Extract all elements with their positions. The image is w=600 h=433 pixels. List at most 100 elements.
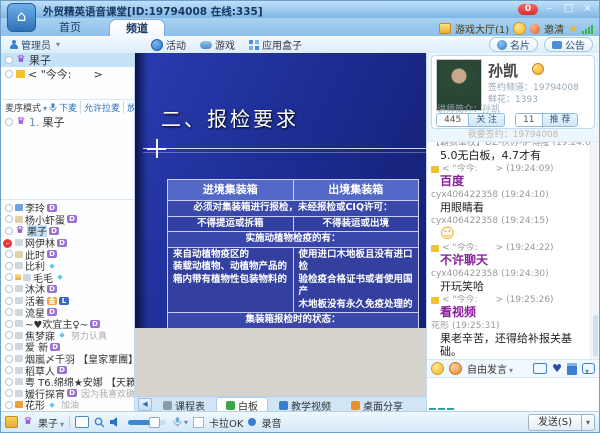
mic-link[interactable]: 允许拉麦 [80, 101, 120, 114]
member-row[interactable]: 流星 D [1, 306, 134, 318]
chat-message-header: 花形 (19:25:31) [431, 321, 590, 332]
channel-tree-item[interactable]: < "今今: > [1, 67, 134, 81]
member-row[interactable]: ♛ 果子 D [1, 225, 134, 237]
maximize-button[interactable]: □ [561, 3, 576, 15]
chat-input[interactable] [427, 378, 599, 412]
admin-menu[interactable]: 管理员 [9, 37, 60, 52]
recommend-button[interactable]: 11 推 荐 [515, 113, 578, 127]
stage-tab[interactable]: 教学视频 [270, 398, 340, 412]
voice-indicator [5, 297, 13, 305]
tab-home[interactable]: 首页 [43, 19, 97, 36]
member-row[interactable]: 活着 金 L [1, 295, 134, 307]
chat-message-header: 【霸狼軍校】DZ-扶苏-萨博隆 (19:24:07) [431, 142, 590, 149]
my-member-selector[interactable]: 果子 [38, 415, 64, 430]
close-button[interactable]: × [580, 3, 595, 15]
voice-indicator [5, 343, 13, 351]
mic-mode-select[interactable]: 麦序模式 [5, 101, 47, 114]
queue-position: 1. [29, 116, 40, 129]
speak-mode-select[interactable]: 自由发言 [467, 361, 513, 376]
collapse-sidebar-icon[interactable]: ◀ [138, 398, 152, 411]
member-shirt-icon [15, 285, 23, 292]
karaoke-checkbox[interactable] [193, 417, 204, 428]
member-row[interactable]: 烟嵐〆千羽 【皇家軍團】 ◆ [1, 353, 134, 365]
search-icon[interactable] [94, 417, 105, 428]
voice-indicator [5, 355, 13, 363]
member-shirt-icon [15, 367, 23, 374]
send-options-dropdown[interactable]: ▾ [581, 414, 595, 431]
divider [69, 416, 70, 428]
chat-text: 用眼睛看 [440, 201, 484, 214]
mic-link[interactable]: 放麦 [123, 101, 135, 114]
member-name: 沐沐 [25, 283, 45, 295]
screenshot-icon[interactable] [449, 362, 462, 375]
game-hall-label[interactable]: 游戏大厅(1) [455, 21, 509, 36]
member-row[interactable]: 杨小虾蛋 D [1, 214, 134, 226]
member-row[interactable]: 媛行探宵 D 因为我喜欢确定无结果 [1, 388, 134, 400]
mic-queue-item[interactable]: ♛ 1. 果子 [1, 115, 134, 129]
tv-icon[interactable] [533, 363, 547, 374]
voice-indicator [5, 308, 13, 316]
member-row[interactable]: 此时 D [1, 248, 134, 260]
follow-button[interactable]: 445 关 注 [436, 113, 505, 127]
gift-icon[interactable] [567, 363, 577, 375]
microphone-icon[interactable] [173, 417, 188, 428]
title-bar: ⌂ 外贸精英语音课堂[ID:19794008 在线:335] 0 – □ × [1, 1, 599, 18]
member-row[interactable]: 比利 ◆ [1, 260, 134, 272]
home-icon[interactable]: ⌂ [7, 3, 36, 32]
notice-icon [552, 41, 562, 49]
invite-icon[interactable] [530, 24, 540, 34]
emoticon-icon[interactable] [431, 362, 444, 375]
pop-out-panel-icon[interactable] [75, 416, 89, 428]
chat-scrollbar[interactable] [590, 142, 599, 359]
member-name: 此时 [25, 248, 45, 260]
resize-handle[interactable] [429, 408, 454, 410]
smiley-icon[interactable] [513, 22, 526, 35]
member-row[interactable]: 李玲 D [1, 202, 134, 214]
chat-scrollbar-thumb[interactable] [593, 315, 598, 357]
window-title: 外贸精英语音课堂[ID:19794008 在线:335] [43, 4, 263, 19]
member-row[interactable]: 花形 ◆ 加油 [1, 399, 134, 411]
member-row[interactable]: ~♥欢宜主♀~ D [1, 318, 134, 330]
crown-icon: ♛ [16, 55, 26, 65]
volume-slider[interactable] [128, 420, 166, 425]
stage-tab[interactable]: 课程表 [154, 398, 214, 412]
tab-channel[interactable]: 频道 [109, 19, 165, 37]
notification-badge[interactable]: 0 [518, 4, 538, 15]
record-label[interactable]: 录音 [261, 415, 281, 430]
favorite-star-icon[interactable]: ★ [568, 23, 578, 34]
heart-icon[interactable]: ♥ [552, 363, 562, 374]
member-row[interactable]: 爱 新 D [1, 341, 134, 353]
member-shirt-icon [15, 309, 23, 316]
notice-button[interactable]: 公告 [544, 37, 593, 52]
member-shirt-icon [15, 343, 23, 350]
game-button[interactable]: 游戏 [200, 37, 235, 52]
table-cell: 集装箱报检时的状态： [168, 313, 419, 328]
slide-divider-line [143, 148, 427, 149]
table-cell: 实施动植物检疫的有： [168, 232, 419, 248]
card-button[interactable]: 名片 [489, 37, 538, 52]
app-window: ⌂ 外贸精英语音课堂[ID:19794008 在线:335] 0 – □ × 首… [0, 0, 600, 433]
mic-link[interactable]: 下麦 [59, 101, 77, 114]
chat-message: < "今今: > (19:24:22) 不许聊天 [431, 243, 590, 267]
activity-button[interactable]: 活动 [151, 37, 186, 52]
invite-label[interactable]: 邀清 [544, 21, 564, 36]
channel-tree-item[interactable]: ♛ 果子 [1, 53, 134, 67]
channel-sidebar: ♛ 果子 < "今今: > 麦序模式 下麦允许拉麦放麦 [1, 53, 135, 412]
member-row[interactable]: 毛毛 ◆ [1, 272, 134, 284]
member-row[interactable]: 稻草人 D [1, 364, 134, 376]
member-row[interactable]: 沐沐 D [1, 283, 134, 295]
stage-tab[interactable]: 桌面分享 [342, 398, 412, 412]
member-shirt-icon [15, 355, 23, 362]
chat-bubble-icon[interactable] [582, 363, 595, 374]
appbox-button[interactable]: 应用盒子 [249, 37, 302, 52]
minimize-button[interactable]: – [542, 3, 557, 15]
send-button[interactable]: 发送(S) [528, 414, 581, 431]
member-row[interactable]: 网伊林 D [1, 237, 134, 249]
chat-timestamp: (19:24:10) [501, 190, 548, 201]
stage-tab[interactable]: 白板 [216, 397, 268, 412]
voice-indicator [5, 227, 13, 235]
crown-icon: ♛ [16, 117, 26, 127]
member-row[interactable]: 粤 T6.绵绵★安娜 【天籁歌手】 [1, 376, 134, 388]
speaker-icon[interactable] [110, 417, 121, 427]
member-row[interactable]: 焦梦寐 ◆ 努力认真 [1, 330, 134, 342]
